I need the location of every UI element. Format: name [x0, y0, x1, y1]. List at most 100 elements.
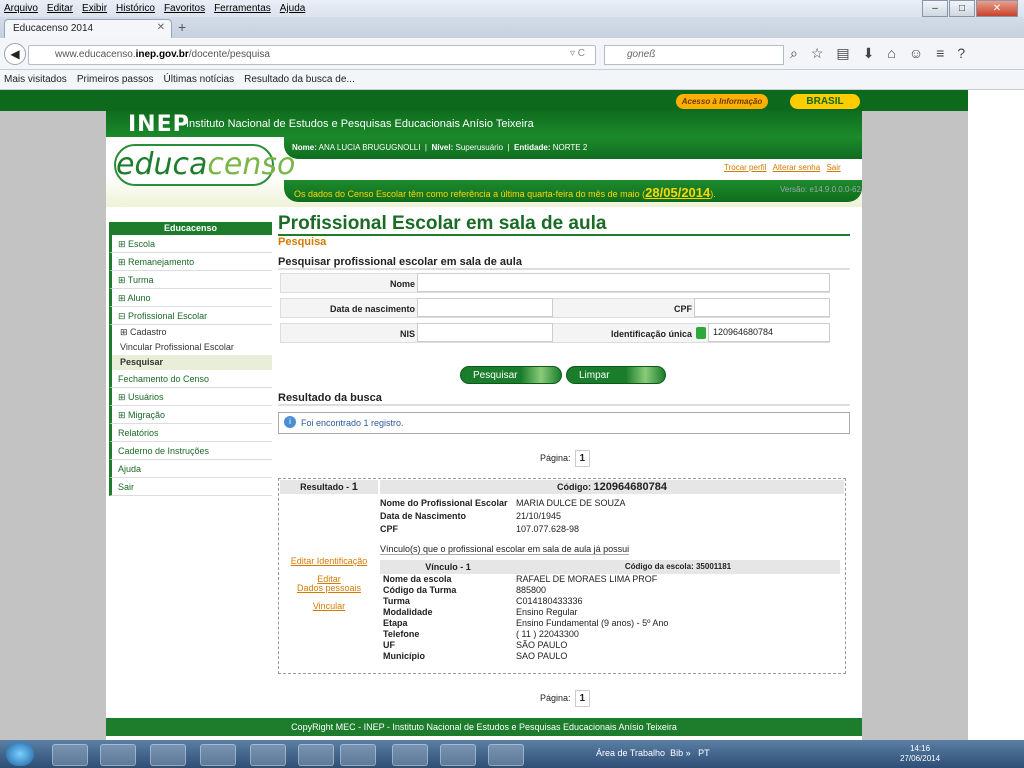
new-tab-icon[interactable]: +: [178, 19, 186, 35]
bookmarks-list-icon[interactable]: ▤: [836, 45, 849, 62]
sidebar-subitem-pesquisar[interactable]: Pesquisar: [109, 355, 272, 370]
escola-code-head: Código da escola: 35001181: [516, 560, 840, 574]
url-bar[interactable]: www.educacenso.inep.gov.br/docente/pesqu…: [28, 45, 596, 65]
user-info: Nome: ANA LUCIA BRUGUGNOLLI | Nível: Sup…: [292, 143, 588, 152]
nis-field[interactable]: [417, 323, 553, 342]
menu-ferramentas[interactable]: Ferramentas: [214, 3, 271, 14]
skype-icon[interactable]: [440, 744, 476, 766]
menu-exibir[interactable]: Exibir: [82, 3, 107, 14]
menu-favoritos[interactable]: Favoritos: [164, 3, 205, 14]
home-icon[interactable]: ⌂: [887, 45, 895, 62]
sidebar-item-usuarios[interactable]: ⊞ Usuários: [109, 388, 272, 406]
vinc-value: RAFAEL DE MORAES LIMA PROF: [516, 574, 658, 584]
search-icon[interactable]: ⌕: [790, 45, 798, 62]
notice-text: Os dados do Censo Escolar têm como refer…: [294, 185, 716, 200]
taskbar-app-icon[interactable]: [52, 744, 88, 766]
bookmarks-bar: Mais visitados Primeiros passos Últimas …: [0, 70, 1024, 90]
sidebar-item-sair[interactable]: Sair: [109, 478, 272, 496]
taskbar-app-icon[interactable]: [100, 744, 136, 766]
acesso-informacao-link[interactable]: Acesso à Informação: [676, 94, 768, 109]
language-indicator[interactable]: PT: [698, 748, 710, 758]
sidebar-item-escola[interactable]: ⊞ Escola: [109, 235, 272, 253]
vinc-key: Código da Turma: [383, 585, 457, 595]
results-message: Foi encontrado 1 registro.: [278, 412, 850, 434]
id-label: Identificação única: [610, 329, 692, 339]
ie-icon[interactable]: [150, 744, 186, 766]
alterar-senha-link[interactable]: Alterar senha: [773, 163, 821, 172]
vinc-value: C014180433336: [516, 596, 583, 606]
browser-menubar: Arquivo Editar Exibir Histórico Favorito…: [0, 0, 1024, 17]
notice-date: 28/05/2014: [645, 185, 711, 200]
search-input[interactable]: goneß: [604, 45, 784, 65]
editar-identificacao-link[interactable]: Editar Identificação: [282, 556, 376, 566]
sidebar-item-migracao[interactable]: ⊞ Migração: [109, 406, 272, 424]
firefox-icon[interactable]: [200, 744, 236, 766]
sidebar: Educacenso ⊞ Escola ⊞ Remanejamento ⊞ Tu…: [109, 222, 272, 496]
vinculo-head: Vínculo - 1: [380, 560, 516, 574]
nome-field[interactable]: [417, 273, 830, 292]
vinc-value: 885800: [516, 585, 547, 595]
minimize-icon[interactable]: –: [922, 0, 948, 17]
vinc-value: ( 11 ) 22043300: [516, 629, 579, 639]
sidebar-item-turma[interactable]: ⊞ Turma: [109, 271, 272, 289]
bookmark-star-icon[interactable]: ☆: [811, 45, 824, 62]
reload-icon[interactable]: ▿ C: [570, 48, 585, 59]
bookmark-resultado-busca[interactable]: Resultado da busca de...: [244, 74, 355, 85]
vincular-link[interactable]: Vincular: [282, 601, 376, 611]
vinc-value: Ensino Regular: [516, 607, 578, 617]
menu-icon[interactable]: ≡: [936, 45, 944, 62]
taskbar-app-icon[interactable]: [392, 744, 428, 766]
smiley-icon[interactable]: ☺: [909, 45, 923, 62]
menu-editar[interactable]: Editar: [47, 3, 73, 14]
id-field[interactable]: 120964680784: [708, 323, 830, 342]
back-icon[interactable]: ◀: [4, 43, 26, 65]
inep-name: Instituto Nacional de Estudos e Pesquisa…: [186, 118, 534, 130]
desktop-label[interactable]: Área de Trabalho: [596, 748, 665, 758]
page-number[interactable]: 1: [574, 690, 591, 707]
cpf-field[interactable]: [694, 298, 830, 317]
trocar-perfil-link[interactable]: Trocar perfil: [724, 163, 766, 172]
help-icon[interactable]: ?: [957, 45, 965, 62]
browser-tab[interactable]: Educacenso 2014 ✕: [4, 19, 172, 38]
taskbar-app-icon[interactable]: [340, 744, 376, 766]
clock[interactable]: 14:16 27/06/2014: [900, 744, 940, 764]
maximize-icon[interactable]: □: [949, 0, 975, 17]
bookmark-mais-visitados[interactable]: Mais visitados: [4, 74, 67, 85]
sidebar-subitem-cadastro[interactable]: ⊞ Cadastro: [109, 325, 272, 340]
sidebar-item-relatorios[interactable]: Relatórios: [109, 424, 272, 442]
menu-arquivo[interactable]: Arquivo: [4, 3, 38, 14]
title-divider: [278, 234, 850, 236]
sidebar-item-remanejamento[interactable]: ⊞ Remanejamento: [109, 253, 272, 271]
sair-link[interactable]: Sair: [826, 163, 840, 172]
bookmark-primeiros-passos[interactable]: Primeiros passos: [77, 74, 154, 85]
download-icon[interactable]: ⬇: [863, 45, 875, 62]
sidebar-item-profissional-escolar[interactable]: ⊟ Profissional Escolar: [109, 307, 272, 325]
bib-label[interactable]: Bib: [670, 748, 683, 758]
taskbar-app-icon[interactable]: [488, 744, 524, 766]
taskbar-app-icon[interactable]: [250, 744, 286, 766]
scrollbar[interactable]: [968, 90, 1024, 740]
result-label: Resultado - 1: [280, 480, 378, 494]
start-button-icon[interactable]: [6, 742, 34, 766]
close-window-icon[interactable]: ✕: [976, 0, 1018, 17]
menu-ajuda[interactable]: Ajuda: [280, 3, 306, 14]
nasc-field[interactable]: [417, 298, 553, 317]
sidebar-item-aluno[interactable]: ⊞ Aluno: [109, 289, 272, 307]
brasil-link[interactable]: BRASIL: [790, 94, 860, 109]
sidebar-item-caderno[interactable]: Caderno de Instruções: [109, 442, 272, 460]
sidebar-subitem-vincular[interactable]: Vincular Profissional Escolar: [109, 340, 272, 355]
menu-historico[interactable]: Histórico: [116, 3, 155, 14]
bookmark-ultimas-noticias[interactable]: Últimas notícias: [164, 74, 235, 85]
close-tab-icon[interactable]: ✕: [157, 22, 165, 33]
window-controls: – □ ✕: [921, 0, 1018, 17]
pesquisar-button[interactable]: Pesquisar: [460, 366, 562, 384]
limpar-button[interactable]: Limpar: [566, 366, 666, 384]
sidebar-item-ajuda[interactable]: Ajuda: [109, 460, 272, 478]
vinc-key: Turma: [383, 596, 410, 606]
taskbar-app-icon[interactable]: [298, 744, 334, 766]
vinc-key: Município: [383, 651, 425, 661]
field-key: CPF: [380, 524, 398, 534]
sidebar-item-fechamento[interactable]: Fechamento do Censo: [109, 370, 272, 388]
page-number[interactable]: 1: [574, 450, 591, 467]
dados-pessoais-link[interactable]: Dados pessoais: [282, 583, 376, 593]
